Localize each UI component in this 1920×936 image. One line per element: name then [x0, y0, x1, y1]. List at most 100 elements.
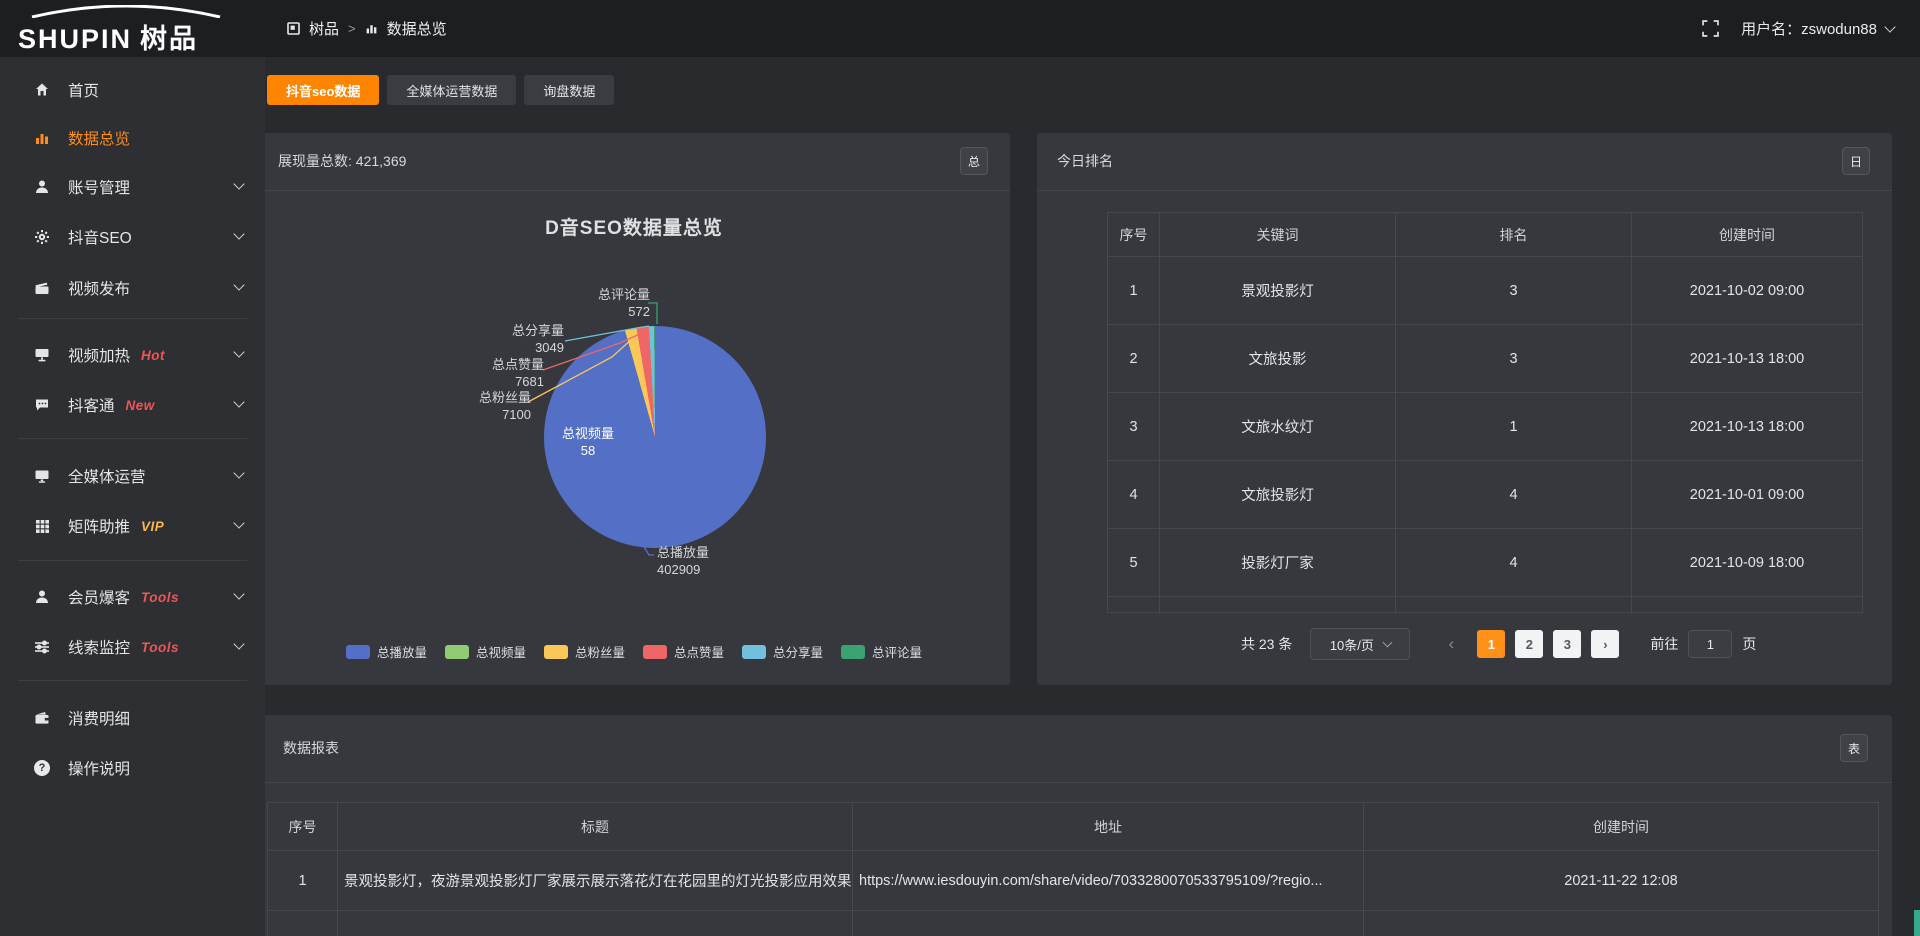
total-toggle-button[interactable]: 总: [960, 147, 988, 175]
tools-badge: Tools: [141, 640, 179, 655]
sidebar-item-data-overview[interactable]: 数据总览: [0, 118, 265, 158]
chart-card-title: 展现量总数: 421,369: [278, 133, 406, 190]
tab-inquiry-data[interactable]: 询盘数据: [524, 75, 614, 105]
sidebar-item-member[interactable]: 会员爆客 Tools: [0, 577, 265, 617]
col-rank: 排名: [1396, 213, 1632, 257]
legend-swatch: [742, 645, 766, 659]
sidebar-item-label: 全媒体运营: [68, 465, 146, 487]
legend-swatch: [445, 645, 469, 659]
app-grid-icon: [287, 22, 300, 35]
breadcrumb: 树品 > 数据总览: [287, 0, 447, 57]
legend-item[interactable]: 总分享量: [742, 642, 823, 661]
breadcrumb-root[interactable]: 树品: [309, 18, 339, 39]
sidebar-item-video-publish[interactable]: 视频发布: [0, 268, 265, 308]
table-header-row: 序号 标题 地址 创建时间: [268, 803, 1879, 851]
goto-label: 前往: [1650, 634, 1678, 654]
logo[interactable]: SHUPIN 树品: [18, 5, 233, 56]
sidebar-item-label: 视频发布: [68, 277, 130, 299]
data-tabs: 抖音seo数据 全媒体运营数据 询盘数据: [267, 75, 614, 105]
cell: 文旅投影: [1160, 325, 1396, 393]
sidebar-divider: [18, 560, 247, 561]
vip-badge: VIP: [141, 519, 164, 534]
floating-widget-fragment[interactable]: [1914, 910, 1920, 936]
video-url-link[interactable]: https://www.iesdouyin.com/share/video/70…: [853, 851, 1364, 911]
sidebar-item-video-heat[interactable]: 视频加热 Hot: [0, 335, 265, 375]
chevron-down-icon: [233, 638, 244, 649]
legend-item[interactable]: 总点赞量: [643, 642, 724, 661]
topbar-right: 用户名：zswodun88: [1702, 0, 1894, 57]
cell: 2021-10-13 18:00: [1632, 325, 1863, 393]
sidebar-item-douyin-seo[interactable]: 抖音SEO: [0, 217, 265, 257]
sidebar-item-doukertong[interactable]: 抖客通 New: [0, 385, 265, 425]
sidebar: 首页 数据总览 账号管理 抖音SEO 视频发布 视频加热 Hot 抖客通 New…: [0, 57, 265, 936]
sidebar-item-account[interactable]: 账号管理: [0, 167, 265, 207]
chevron-down-icon: [233, 588, 244, 599]
sidebar-divider: [18, 680, 247, 681]
ranking-table: 序号 关键词 排名 创建时间 1 景观投影灯 3 2021-10-02 09:0…: [1107, 212, 1863, 613]
cell: 1: [1396, 393, 1632, 461]
tab-media-ops-data[interactable]: 全媒体运营数据: [387, 75, 516, 105]
cell: 3: [1108, 393, 1160, 461]
sidebar-item-label: 抖客通: [68, 394, 115, 416]
table-row: 1 景观投影灯 3 2021-10-02 09:00: [1108, 257, 1863, 325]
day-toggle-button[interactable]: 日: [1842, 147, 1870, 175]
pie-label: 总播放量402909: [657, 544, 747, 578]
report-card: 数据报表 表 序号 标题 地址 创建时间 1 景观投影灯，夜游景观投影灯厂家展示…: [258, 715, 1892, 936]
cell: 1: [1108, 257, 1160, 325]
cell: 4: [1108, 461, 1160, 529]
sidebar-item-label: 会员爆客: [68, 586, 130, 608]
sidebar-item-clue-monitor[interactable]: 线索监控 Tools: [0, 627, 265, 667]
page-button-2[interactable]: 2: [1515, 630, 1543, 658]
sidebar-item-home[interactable]: 首页: [0, 70, 265, 110]
chevron-down-icon: [233, 517, 244, 528]
cell: 文旅投影灯: [1160, 461, 1396, 529]
page-button-3[interactable]: 3: [1553, 630, 1581, 658]
report-card-header: 数据报表 表: [258, 715, 1892, 783]
sidebar-item-consumption[interactable]: 消费明细: [0, 698, 265, 738]
page: { "header": { "logo_en": "SHUPIN", "logo…: [0, 0, 1920, 936]
table-toggle-button[interactable]: 表: [1840, 734, 1868, 762]
sidebar-item-label: 抖音SEO: [68, 226, 132, 248]
tools-badge: Tools: [141, 590, 179, 605]
logo-text-en: SHUPIN: [18, 24, 132, 55]
legend-item[interactable]: 总播放量: [346, 642, 427, 661]
fullscreen-icon[interactable]: [1702, 20, 1719, 37]
cell: 文旅水纹灯: [1160, 393, 1396, 461]
chevron-down-icon: [233, 228, 244, 239]
prev-page-button[interactable]: ‹: [1436, 630, 1466, 658]
next-page-button[interactable]: ›: [1591, 630, 1619, 658]
cell: 4: [1396, 529, 1632, 597]
pie-label: 总评论量572: [558, 286, 650, 320]
bar-chart-icon: [365, 22, 378, 35]
sidebar-item-matrix-boost[interactable]: 矩阵助推 VIP: [0, 506, 265, 546]
pie-label: 总点赞量7681: [466, 356, 544, 390]
ranking-card-header: 今日排名 日: [1037, 133, 1892, 191]
report-card-title: 数据报表: [283, 715, 339, 782]
ranking-card: 今日排名 日 序号 关键词 排名 创建时间 1 景观投影灯 3 2021-10-…: [1037, 133, 1892, 685]
logo-text-cn: 树品: [140, 17, 198, 56]
sidebar-item-media-ops[interactable]: 全媒体运营: [0, 456, 265, 496]
cell-video-title: 景观投影灯，夜游景观投影灯厂家展示展示落花灯在花园里的灯光投影应用效果 #: [338, 851, 853, 911]
col-create-time: 创建时间: [1632, 213, 1863, 257]
wallet-icon: [33, 710, 51, 726]
user-menu[interactable]: 用户名：zswodun88: [1741, 18, 1894, 39]
cell: 2021-10-09 18:00: [1632, 529, 1863, 597]
ranking-card-title: 今日排名: [1057, 133, 1113, 190]
page-button-1[interactable]: 1: [1477, 630, 1505, 658]
goto-page-input[interactable]: [1688, 630, 1732, 658]
legend-item[interactable]: 总视频量: [445, 642, 526, 661]
tab-douyin-seo-data[interactable]: 抖音seo数据: [267, 75, 379, 105]
legend-swatch: [544, 645, 568, 659]
col-create-time: 创建时间: [1364, 803, 1879, 851]
cell: 2021-10-01 09:00: [1632, 461, 1863, 529]
legend-item[interactable]: 总评论量: [841, 642, 922, 661]
sidebar-item-help[interactable]: 操作说明: [0, 748, 265, 788]
table-row: 3 文旅水纹灯 1 2021-10-13 18:00: [1108, 393, 1863, 461]
cell: 3: [1396, 325, 1632, 393]
page-size-select[interactable]: 10条/页: [1310, 628, 1410, 660]
chevron-down-icon: [233, 346, 244, 357]
table-row: [268, 911, 1879, 936]
cell: 景观投影灯: [1160, 257, 1396, 325]
username-label: 用户名：zswodun88: [1741, 18, 1877, 39]
legend-item[interactable]: 总粉丝量: [544, 642, 625, 661]
